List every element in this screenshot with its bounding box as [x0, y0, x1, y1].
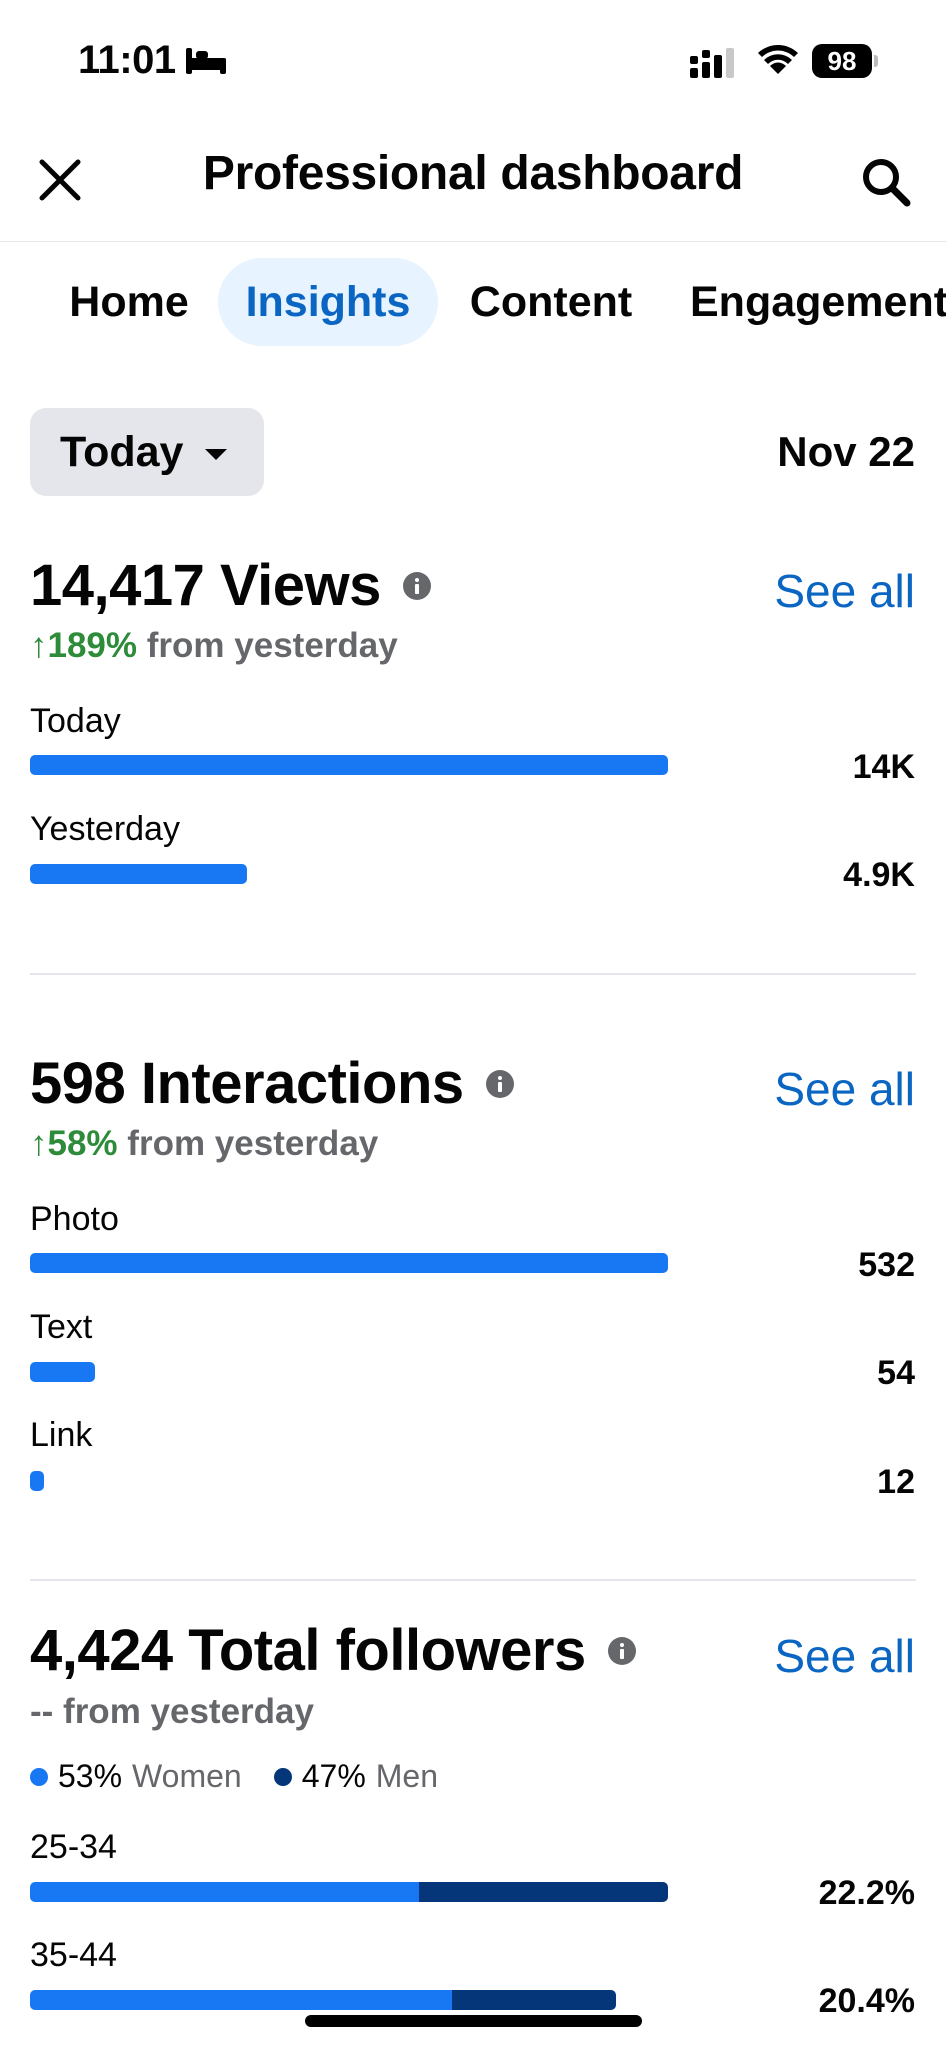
bar-value: 4.9K [843, 856, 915, 894]
men-percent: 47% [301, 1758, 366, 1794]
interactions-total: 598 Interactions [30, 1051, 464, 1116]
interactions-bar-link [30, 1471, 44, 1491]
date-range-dropdown[interactable]: Today [30, 408, 264, 496]
bar-track [30, 864, 668, 884]
age-bar-men [452, 1990, 616, 2010]
status-bar: 11:01 98 [0, 0, 946, 120]
sleep-focus-icon [186, 48, 226, 74]
bar-value: 532 [858, 1246, 915, 1284]
home-indicator [305, 2015, 642, 2027]
legend-women: 53% Women [30, 1758, 242, 1795]
views-total: 14,417 Views [30, 553, 381, 618]
views-bar-yesterday [30, 864, 247, 884]
tab-engagement[interactable]: Engagement [670, 258, 946, 346]
bar-track [30, 1471, 668, 1491]
women-label: Women [132, 1758, 242, 1794]
age-group-label: 25-34 [30, 1828, 117, 1866]
tab-home[interactable]: Home [44, 258, 214, 346]
bar-label: Yesterday [30, 810, 180, 848]
section-divider [30, 1579, 916, 1581]
tab-insights[interactable]: Insights [218, 258, 438, 346]
cellular-signal-icon [690, 48, 734, 78]
age-group-value: 20.4% [818, 1982, 915, 2020]
bar-track [30, 1990, 668, 2010]
page-title: Professional dashboard [202, 147, 744, 200]
interactions-bar-text [30, 1362, 95, 1382]
search-icon [863, 159, 911, 207]
legend-dot-women [30, 1767, 48, 1786]
interactions-change: ↑58% from yesterday [30, 1124, 378, 1164]
views-change: ↑189% from yesterday [30, 626, 398, 666]
age-bar-women [30, 1882, 419, 1902]
tab-content[interactable]: Content [446, 258, 656, 346]
age-group-value: 22.2% [818, 1874, 915, 1912]
legend-men: 47% Men [273, 1758, 439, 1795]
tab-bar: Home Insights Content Engagement [0, 258, 946, 350]
bar-label: Photo [30, 1200, 119, 1238]
interactions-see-all-link[interactable]: See all [774, 1062, 915, 1116]
interactions-change-value: ↑58% [30, 1124, 118, 1163]
views-change-suffix: from yesterday [146, 626, 398, 665]
bar-track [30, 1882, 668, 1902]
current-date: Nov 22 [777, 428, 915, 475]
info-icon[interactable] [402, 571, 431, 600]
wifi-icon [758, 45, 798, 74]
legend-dot-men [273, 1767, 292, 1786]
followers-change: -- from yesterday [30, 1692, 314, 1731]
views-bar-today [30, 755, 668, 775]
followers-see-all-link[interactable]: See all [774, 1629, 915, 1683]
bar-value: 54 [877, 1354, 915, 1392]
interactions-title: 598 Interactions [30, 1050, 514, 1117]
followers-total: 4,424 Total followers [30, 1618, 586, 1683]
bar-label: Link [30, 1416, 93, 1454]
views-title: 14,417 Views [30, 552, 431, 619]
views-change-value: ↑189% [30, 626, 138, 665]
app-header: Professional dashboard [0, 120, 946, 242]
followers-title: 4,424 Total followers [30, 1617, 636, 1684]
bar-value: 12 [877, 1463, 915, 1501]
date-range-label: Today [60, 427, 184, 476]
status-time: 11:01 [78, 38, 176, 82]
caret-down-icon [205, 448, 228, 460]
views-see-all-link[interactable]: See all [774, 564, 915, 618]
men-label: Men [375, 1758, 439, 1794]
section-divider [30, 973, 916, 975]
women-percent: 53% [58, 1758, 123, 1794]
interactions-change-suffix: from yesterday [127, 1124, 379, 1163]
bar-label: Today [30, 702, 121, 740]
age-group-label: 35-44 [30, 1936, 117, 1974]
gender-legend: 53% Women 47% Men [30, 1758, 470, 1795]
search-button[interactable] [854, 150, 918, 214]
age-bar-women [30, 1990, 452, 2010]
bar-track [30, 1362, 668, 1382]
battery-icon: 98 [812, 44, 878, 78]
battery-level: 98 [812, 44, 872, 78]
info-icon[interactable] [485, 1069, 514, 1098]
interactions-bar-photo [30, 1253, 668, 1273]
age-bar-men [419, 1882, 668, 1902]
bar-label: Text [30, 1308, 93, 1346]
bar-track [30, 755, 668, 775]
bar-track [30, 1253, 668, 1273]
bar-value: 14K [852, 748, 915, 786]
info-icon[interactable] [607, 1636, 636, 1665]
